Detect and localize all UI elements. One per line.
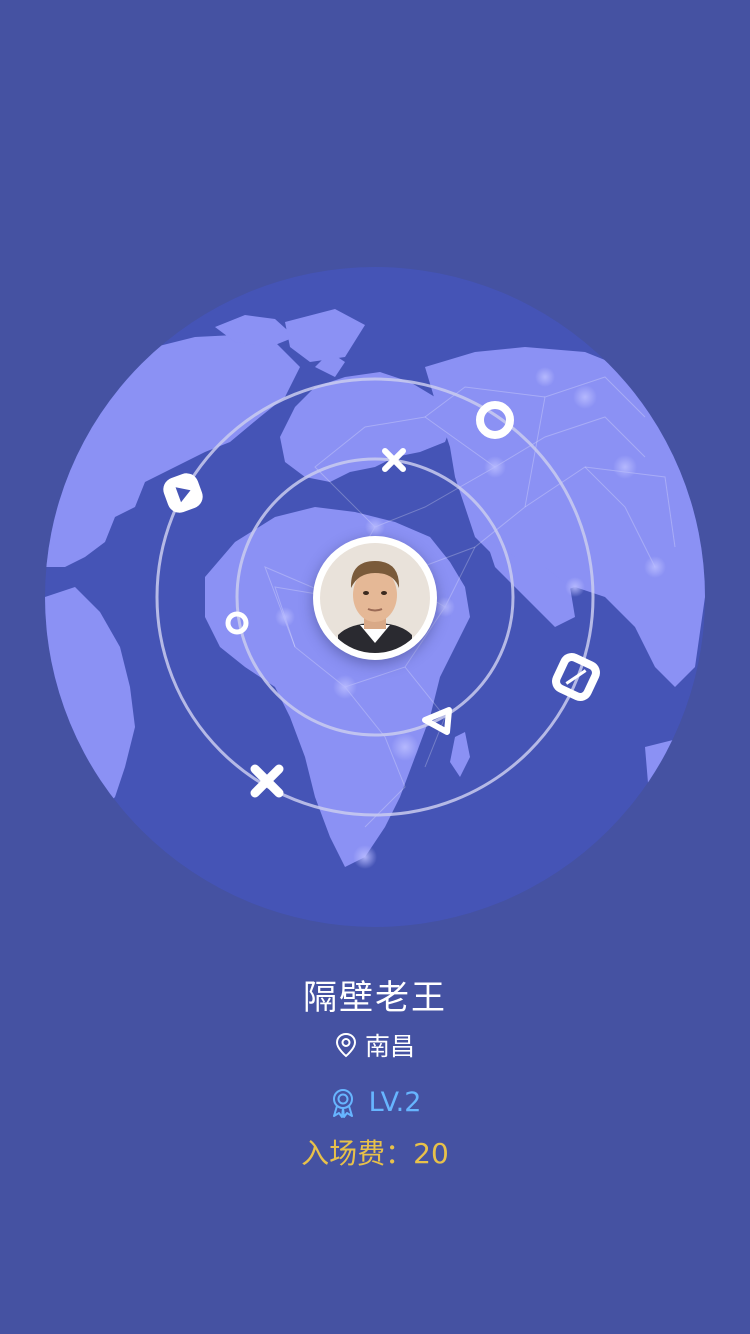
location-row: 南昌 xyxy=(0,1027,750,1063)
map-pin-icon xyxy=(335,1032,356,1058)
level-row: LV.2 xyxy=(0,1087,750,1118)
city-label: 南昌 xyxy=(364,1032,415,1061)
avatar-photo xyxy=(320,543,430,653)
user-avatar[interactable] xyxy=(313,536,437,660)
username: 隔壁老王 xyxy=(303,978,447,1018)
award-badge-icon xyxy=(332,1088,353,1118)
match-screen: 隔壁老王 南昌 LV.2 入场费：20 xyxy=(0,0,750,1334)
entry-fee: 入场费：20 xyxy=(301,1137,449,1170)
level-label: LV.2 xyxy=(368,1087,422,1118)
